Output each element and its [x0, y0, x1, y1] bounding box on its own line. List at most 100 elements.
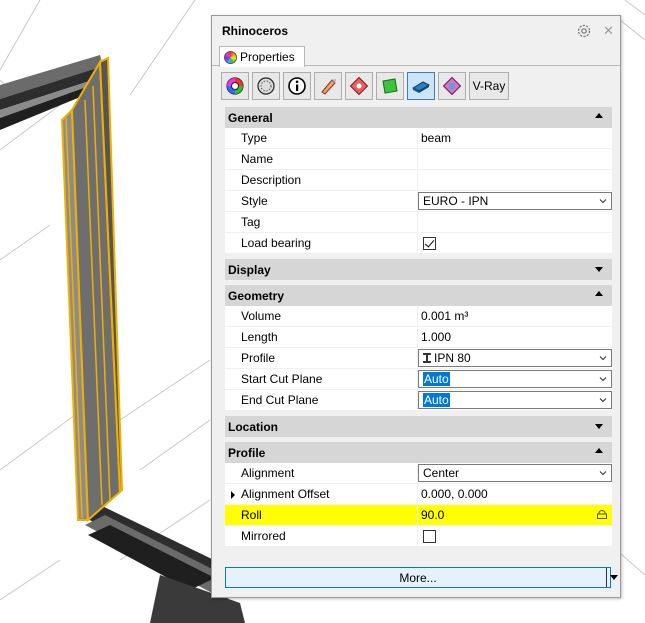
material-icon [257, 77, 275, 95]
row-description: Description [225, 170, 612, 191]
row-start-cut-plane-value: Auto [418, 369, 612, 389]
section-profile-title: Profile [228, 445, 266, 460]
collapse-icon [595, 113, 603, 118]
tab-properties[interactable]: Properties [219, 46, 305, 67]
texture-mapping-button[interactable] [438, 72, 466, 100]
tab-properties-label: Properties [240, 50, 295, 64]
row-load-bearing-label: Load bearing [225, 233, 418, 253]
roll-value: 90.0 [421, 508, 445, 522]
object-properties-icon [226, 77, 244, 95]
row-start-cut-plane-label: Start Cut Plane [225, 369, 418, 389]
row-roll-label: Roll [225, 505, 418, 525]
more-dropdown-icon[interactable] [606, 568, 620, 587]
color-wheel-icon [224, 50, 237, 64]
row-roll: Roll 90.0 [225, 505, 612, 526]
section-location-title: Location [228, 419, 278, 434]
tab-strip: Properties [212, 46, 620, 67]
close-icon[interactable]: ✕ [603, 24, 614, 37]
row-mirrored: Mirrored [225, 526, 612, 547]
chevron-down-icon [599, 471, 607, 476]
section-display-title: Display [228, 262, 271, 277]
tag-field[interactable] [418, 212, 612, 232]
row-end-cut-plane-value: Auto [418, 390, 612, 410]
texture-mapping-icon [442, 76, 462, 96]
profile-dropdown[interactable]: IPN 80 [418, 349, 612, 367]
row-end-cut-plane: End Cut Plane Auto [225, 390, 612, 411]
gear-icon[interactable] [576, 23, 592, 39]
load-bearing-checkbox[interactable] [423, 236, 436, 250]
row-name: Name [225, 149, 612, 170]
lock-icon[interactable] [596, 510, 608, 519]
section-display-header[interactable]: Display [225, 259, 612, 280]
material-button[interactable] [252, 72, 280, 100]
info-button[interactable] [283, 72, 311, 100]
row-alignment-offset: Alignment Offset 0.000, 0.000 [225, 484, 612, 505]
row-load-bearing: Load bearing [225, 233, 612, 254]
properties-toolbar: V-Ray [221, 72, 509, 100]
row-type: Type beam [225, 128, 612, 149]
row-mirrored-value [418, 526, 612, 546]
beam-properties-icon [411, 81, 431, 93]
row-alignment-offset-label: Alignment Offset [225, 484, 418, 504]
section-general-header[interactable]: General [225, 107, 612, 128]
description-field[interactable] [418, 170, 612, 190]
roll-field[interactable]: 90.0 [418, 505, 612, 525]
selected-beam [60, 56, 124, 523]
panel-titlebar[interactable]: Rhinoceros ✕ [212, 16, 620, 46]
row-type-value: beam [421, 131, 452, 145]
chevron-down-icon [599, 377, 607, 382]
section-location-header[interactable]: Location [225, 416, 612, 437]
row-mirrored-label: Mirrored [225, 526, 418, 546]
section-geometry-title: Geometry [228, 288, 285, 303]
expand-icon [595, 424, 603, 429]
name-field[interactable] [418, 149, 612, 169]
expand-arrow-icon[interactable] [231, 491, 235, 499]
object-properties-button[interactable] [221, 72, 249, 100]
length-field[interactable]: 1.000 [418, 327, 612, 347]
row-alignment-value: Center [418, 463, 612, 483]
green-layer-button[interactable] [376, 72, 404, 100]
end-cut-plane-dropdown[interactable]: Auto [418, 391, 612, 409]
style-dropdown-value: EURO - IPN [423, 194, 489, 208]
row-description-label: Description [225, 170, 418, 190]
style-dropdown[interactable]: EURO - IPN [418, 192, 612, 210]
beam-properties-button[interactable] [407, 72, 435, 100]
row-type-label: Type [225, 128, 418, 148]
paint-button[interactable] [314, 72, 342, 100]
i-beam-icon [423, 353, 431, 363]
chevron-down-icon [599, 398, 607, 403]
alignment-dropdown[interactable]: Center [418, 464, 612, 482]
row-volume-label: Volume [225, 306, 418, 326]
start-cut-plane-dropdown[interactable]: Auto [418, 370, 612, 388]
profile-dropdown-value: IPN 80 [434, 351, 471, 365]
vray-button[interactable]: V-Ray [469, 72, 509, 100]
chevron-down-icon [599, 199, 607, 204]
alignment-offset-field[interactable]: 0.000, 0.000 [418, 484, 612, 504]
green-layer-icon [382, 78, 398, 94]
row-length: Length 1.000 [225, 327, 612, 348]
more-button[interactable]: More... [225, 567, 618, 588]
row-volume: Volume 0.001 m³ [225, 306, 612, 327]
row-profile-label: Profile [225, 348, 418, 368]
row-tag-label: Tag [225, 212, 418, 232]
collapse-icon [595, 291, 603, 296]
panel-title: Rhinoceros [222, 24, 289, 38]
start-cut-plane-value: Auto [423, 372, 450, 386]
section-profile-header[interactable]: Profile [225, 442, 612, 463]
row-length-label: Length [225, 327, 418, 347]
decal-button[interactable] [345, 72, 373, 100]
properties-content: General Type beam Name Description Style… [225, 107, 612, 547]
mirrored-checkbox[interactable] [423, 529, 436, 543]
section-geometry-header[interactable]: Geometry [225, 285, 612, 306]
end-cut-plane-value: Auto [423, 393, 450, 407]
row-volume-value: 0.001 m³ [421, 309, 469, 323]
alignment-dropdown-value: Center [423, 466, 460, 480]
row-profile-value: IPN 80 [418, 348, 612, 368]
section-general-title: General [228, 110, 273, 125]
row-alignment: Alignment Center [225, 463, 612, 484]
row-style-value: EURO - IPN [418, 191, 612, 211]
row-alignment-label: Alignment [225, 463, 418, 483]
row-tag: Tag [225, 212, 612, 233]
collapse-icon [595, 448, 603, 453]
row-end-cut-plane-label: End Cut Plane [225, 390, 418, 410]
